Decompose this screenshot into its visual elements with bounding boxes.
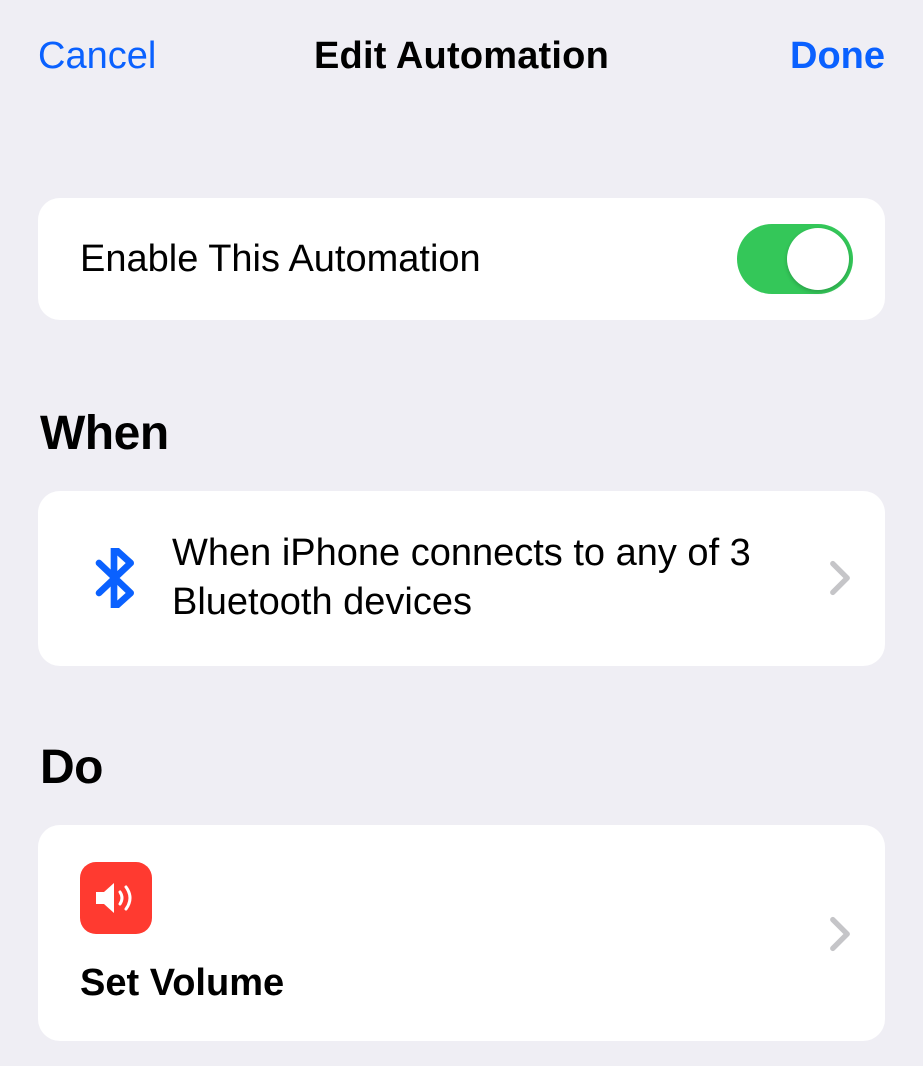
done-label: Done	[790, 35, 885, 77]
chevron-right-icon	[825, 560, 855, 596]
bluetooth-icon	[74, 548, 154, 608]
sheet-header: Cancel Edit Automation Done	[0, 0, 923, 112]
speaker-volume-icon	[80, 862, 152, 934]
trigger-row[interactable]: When iPhone connects to any of 3 Bluetoo…	[38, 491, 885, 666]
page-title: Edit Automation	[198, 35, 725, 78]
sheet-root: Cancel Edit Automation Done Enable This …	[0, 0, 923, 1066]
when-section-title: When	[40, 406, 885, 461]
cancel-label: Cancel	[38, 35, 156, 77]
cancel-button[interactable]: Cancel	[38, 35, 156, 78]
do-section-title: Do	[40, 740, 885, 795]
do-card[interactable]: Set Volume	[38, 825, 885, 1041]
action-title: Set Volume	[80, 962, 825, 1005]
toggle-knob	[787, 228, 849, 290]
trigger-text: When iPhone connects to any of 3 Bluetoo…	[154, 529, 825, 628]
done-button[interactable]: Done	[790, 35, 885, 78]
enable-automation-label: Enable This Automation	[80, 238, 481, 281]
enable-automation-card: Enable This Automation	[38, 198, 885, 320]
when-card: When iPhone connects to any of 3 Bluetoo…	[38, 491, 885, 666]
enable-automation-row: Enable This Automation	[38, 198, 885, 320]
enable-automation-toggle[interactable]	[737, 224, 853, 294]
chevron-right-icon	[825, 916, 855, 952]
